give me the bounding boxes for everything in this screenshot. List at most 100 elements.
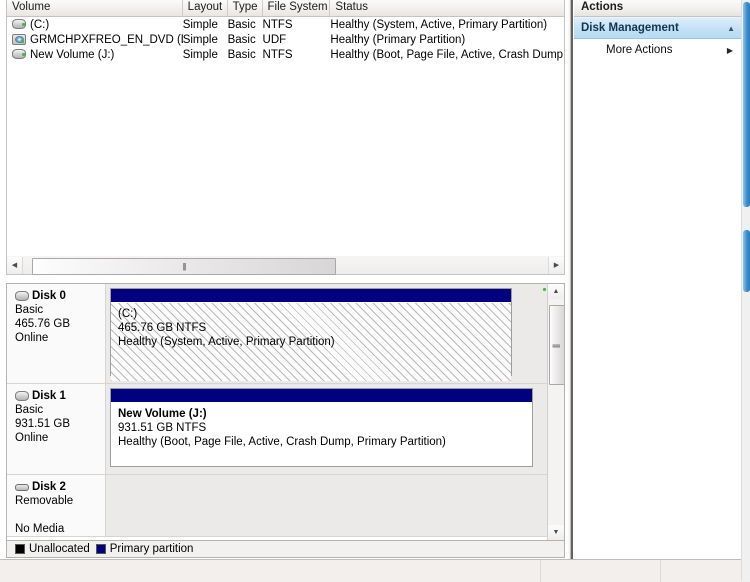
disk-row[interactable]: Disk 1 Basic 931.51 GB Online New Volume (J:… xyxy=(7,384,547,475)
volume-cell[interactable]: (C:) xyxy=(7,19,183,31)
partition-block[interactable]: New Volume (J:) 931.51 GB NTFS Healthy (Bo… xyxy=(110,388,533,467)
hscroll-right-arrow[interactable]: ▶ xyxy=(548,256,564,274)
chevron-up-icon[interactable]: ▲ xyxy=(727,24,735,33)
layout-cell: Simple xyxy=(182,33,218,46)
volume-name: (C:) xyxy=(30,18,50,31)
partition-size-fs: 465.76 GB NTFS xyxy=(118,322,207,334)
legend-entry: Unallocated xyxy=(15,543,90,555)
partition-status: Healthy (Boot, Page File, Active, Crash … xyxy=(118,436,446,448)
hscroll-grip: ||| xyxy=(182,261,186,271)
layout-cell: Simple xyxy=(182,18,218,31)
partition-color-bar xyxy=(111,289,511,303)
file-system-cell: UDF xyxy=(262,33,287,46)
disk-capacity: 931.51 GB xyxy=(15,418,70,430)
disk-management-window: Volume Layout Type File System Status (C:) Si… xyxy=(0,0,750,582)
actions-items: More Actions ▶ xyxy=(574,39,741,61)
vscroll-up-arrow[interactable]: ▲ xyxy=(548,284,564,299)
page-scrollbar-thumb-lower[interactable] xyxy=(743,230,750,292)
vscroll-track[interactable]: ||| xyxy=(548,299,564,525)
type-cell: Basic xyxy=(227,33,256,46)
disk-partition-area[interactable] xyxy=(106,475,547,536)
column-header-status[interactable]: Status xyxy=(330,0,564,16)
status-cell: Healthy (Primary Partition) xyxy=(330,33,466,46)
bottom-cell-1 xyxy=(540,560,661,582)
hard-disk-icon xyxy=(12,19,26,30)
volume-list-header: Volume Layout Type File System Status xyxy=(7,0,564,17)
column-header-type[interactable]: Type xyxy=(228,0,263,16)
type-cell: Basic xyxy=(227,48,256,61)
legend-label: Primary partition xyxy=(109,543,194,555)
partition-label: New Volume (J:) xyxy=(118,408,207,420)
volume-list-rows: (C:) Simple Basic NTFS Healthy (System, Acti… xyxy=(7,17,564,62)
partition-color-bar xyxy=(111,389,532,403)
disk-name: Disk 2 xyxy=(32,481,66,493)
volume-row[interactable]: GRMCHPXFREO_EN_DVD (D:) Simple Basic UDF Hea… xyxy=(7,32,564,47)
disk-partition-area[interactable]: New Volume (J:) 931.51 GB NTFS Healthy (Bo… xyxy=(106,384,547,474)
volume-row[interactable]: (C:) Simple Basic NTFS Healthy (System, Acti… xyxy=(7,17,564,32)
disk-view-vscrollbar[interactable]: ▲ ||| ▼ xyxy=(547,284,564,540)
partition-details: (C:) 465.76 GB NTFS Healthy (System, Activ… xyxy=(111,303,511,381)
legend-swatch-primary xyxy=(95,544,106,554)
volume-row[interactable]: New Volume (J:) Simple Basic NTFS Healthy (B… xyxy=(7,47,564,62)
legend-label: Unallocated xyxy=(29,543,90,555)
action-item-label: More Actions xyxy=(606,44,673,56)
disk-info-disk-0[interactable]: Disk 0 Basic 465.76 GB Online xyxy=(7,284,106,383)
action-item-more-actions[interactable]: More Actions ▶ xyxy=(574,39,741,61)
cd-dvd-drive-icon xyxy=(12,34,26,45)
hscroll-track[interactable]: ||| xyxy=(23,257,548,275)
removable-disk-icon xyxy=(15,483,29,491)
partition-size-fs: 931.51 GB NTFS xyxy=(118,422,207,434)
disk-name: Disk 0 xyxy=(32,290,66,302)
legend-swatch-unalloc xyxy=(15,544,25,554)
volume-list[interactable]: Volume Layout Type File System Status (C:) Si… xyxy=(6,0,565,256)
disk-state: Online xyxy=(15,432,49,444)
volume-cell[interactable]: New Volume (J:) xyxy=(7,49,183,61)
hard-disk-icon xyxy=(15,391,29,401)
partition-label: (C:) xyxy=(118,308,138,320)
disk-partition-area[interactable]: (C:) 465.76 GB NTFS Healthy (System, Activ… xyxy=(106,284,547,383)
disk-title: Disk 2 xyxy=(15,480,105,494)
disk-capacity xyxy=(15,508,105,522)
page-scrollbar[interactable] xyxy=(741,0,750,581)
legend-entry: Primary partition xyxy=(95,543,194,555)
status-cell: Healthy (Boot, Page File, Active, Crash … xyxy=(330,48,564,61)
disk-row[interactable]: Disk 2 Removable No Media xyxy=(7,475,547,537)
status-cell: Healthy (System, Active, Primary Partiti… xyxy=(330,18,548,31)
actions-pane: Actions Disk Management ▲ More Actions ▶ xyxy=(573,0,741,559)
column-header-layout[interactable]: Layout xyxy=(183,0,228,16)
disk-type: Removable xyxy=(15,495,74,507)
disk-info-disk-2[interactable]: Disk 2 Removable No Media xyxy=(7,475,106,536)
vscroll-thumb[interactable]: ||| xyxy=(549,305,564,385)
hscroll-thumb[interactable]: ||| xyxy=(32,257,336,275)
partition-details: New Volume (J:) 931.51 GB NTFS Healthy (Bo… xyxy=(111,403,532,472)
graphical-disk-view[interactable]: Disk 0 Basic 465.76 GB Online (C:) 465.76 GB … xyxy=(6,283,565,541)
disk-state: Online xyxy=(15,332,49,344)
page-scrollbar-thumb[interactable] xyxy=(743,2,750,207)
actions-group-label: Disk Management xyxy=(581,22,679,34)
partition-block[interactable]: (C:) 465.76 GB NTFS Healthy (System, Activ… xyxy=(110,288,512,381)
console-left-pane: Volume Layout Type File System Status (C:) Si… xyxy=(0,0,568,559)
volume-list-hscrollbar[interactable]: ◀ ||| ▶ xyxy=(6,256,565,275)
disk-type: Basic xyxy=(15,404,44,416)
legend-bar: Unallocated Primary partition xyxy=(6,541,565,558)
volume-cell[interactable]: GRMCHPXFREO_EN_DVD (D:) xyxy=(7,34,183,46)
file-system-cell: NTFS xyxy=(262,48,293,61)
hard-disk-icon-glyph xyxy=(12,19,26,29)
disk-row[interactable]: Disk 0 Basic 465.76 GB Online (C:) 465.76 GB … xyxy=(7,284,547,384)
hscroll-left-arrow[interactable]: ◀ xyxy=(7,256,23,274)
column-header-file-system[interactable]: File System xyxy=(263,0,331,16)
chevron-right-icon[interactable]: ▶ xyxy=(727,46,733,55)
bottom-cell-2 xyxy=(660,560,742,582)
file-system-cell: NTFS xyxy=(262,18,293,31)
column-header-volume[interactable]: Volume xyxy=(7,0,183,16)
hard-disk-icon xyxy=(12,49,26,60)
disk-title: Disk 0 xyxy=(15,289,105,303)
volume-name: New Volume (J:) xyxy=(30,48,115,61)
layout-cell: Simple xyxy=(182,48,218,61)
actions-group-disk-management[interactable]: Disk Management ▲ xyxy=(574,17,741,39)
disk-info-disk-1[interactable]: Disk 1 Basic 931.51 GB Online xyxy=(7,384,106,474)
vscroll-down-arrow[interactable]: ▼ xyxy=(548,525,564,540)
disk-type: Basic xyxy=(15,304,44,316)
hard-disk-icon xyxy=(15,291,29,301)
hard-disk-icon-glyph xyxy=(12,49,26,59)
